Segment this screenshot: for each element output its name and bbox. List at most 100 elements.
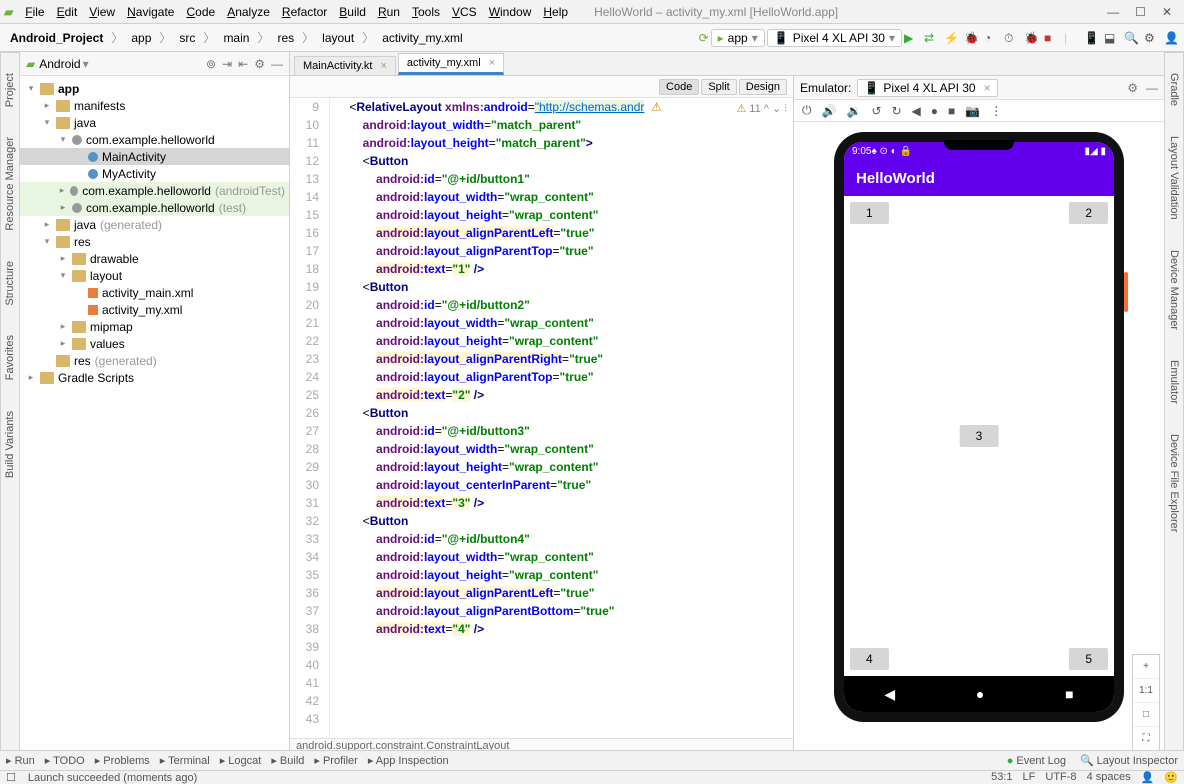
power-icon[interactable]: ⏻	[802, 103, 812, 118]
view-split-button[interactable]: Split	[701, 79, 736, 95]
hide-icon[interactable]: —	[1146, 81, 1158, 95]
close-tab-icon[interactable]: ×	[380, 60, 386, 72]
menu-build[interactable]: Build	[333, 3, 372, 21]
tool-profiler[interactable]: ▸ Profiler	[314, 754, 357, 767]
nav-home-icon[interactable]: ●	[976, 686, 984, 702]
overview-icon[interactable]: ■	[948, 104, 955, 118]
menu-code[interactable]: Code	[180, 3, 221, 21]
menu-run[interactable]: Run	[372, 3, 406, 21]
stop-icon[interactable]: ■	[1044, 31, 1058, 45]
tree-node[interactable]: ▸ com.example.helloworld (androidTest)	[20, 182, 289, 199]
menu-refactor[interactable]: Refactor	[276, 3, 333, 21]
editor-tab[interactable]: activity_my.xml×	[398, 53, 504, 75]
tree-node[interactable]: ▸ java (generated)	[20, 216, 289, 233]
nav-overview-icon[interactable]: ■	[1065, 686, 1073, 702]
caret-pos[interactable]: 53:1	[991, 771, 1012, 784]
volume-down-icon[interactable]: 🔉	[846, 104, 861, 118]
inspection-icon[interactable]: 👤	[1141, 771, 1155, 784]
rotate-left-icon[interactable]: ↺	[871, 104, 881, 118]
device-selector[interactable]: 📱Pixel 4 XL API 30▾	[767, 29, 902, 47]
event-log-button[interactable]: ● Event Log	[1007, 754, 1066, 767]
tool-tab-favorites[interactable]: Favorites	[4, 335, 16, 380]
tool-run[interactable]: ▸ Run	[6, 754, 35, 767]
app-button-2[interactable]: 2	[1069, 202, 1108, 224]
app-button-5[interactable]: 5	[1069, 648, 1108, 670]
close-tab-icon[interactable]: ×	[489, 57, 495, 69]
breadcrumb-item[interactable]: activity_my.xml	[378, 29, 466, 47]
home-icon[interactable]: ●	[931, 104, 938, 118]
zoom-in-button[interactable]: +	[1133, 655, 1159, 679]
zoom-fit-button[interactable]: □	[1133, 703, 1159, 727]
breadcrumb-item[interactable]: src	[175, 29, 199, 47]
attach-icon[interactable]: 🐞	[1024, 31, 1038, 45]
breadcrumb-item[interactable]: layout	[318, 29, 358, 47]
tool-tab-device-manager[interactable]: Device Manager	[1168, 250, 1180, 330]
tree-node[interactable]: activity_main.xml	[20, 284, 289, 301]
tool-app-inspection[interactable]: ▸ App Inspection	[368, 754, 449, 767]
settings-icon[interactable]: ⚙	[1144, 31, 1158, 45]
tree-node[interactable]: ▸ mipmap	[20, 318, 289, 335]
tree-node[interactable]: activity_my.xml	[20, 301, 289, 318]
breadcrumb-item[interactable]: res	[273, 29, 298, 47]
tool-tab-resource-manager[interactable]: Resource Manager	[4, 137, 16, 231]
select-file-icon[interactable]: ⊚	[206, 57, 216, 71]
warning-icon[interactable]: ⚠	[736, 103, 746, 115]
coverage-icon[interactable]: ◔	[984, 31, 998, 45]
tree-node[interactable]: ▸ Gradle Scripts	[20, 369, 289, 386]
memory-icon[interactable]: 🙂	[1164, 771, 1178, 784]
app-button-4[interactable]: 4	[850, 648, 889, 670]
volume-up-icon[interactable]: 🔊	[822, 104, 837, 118]
sync-icon[interactable]: ⟳	[699, 31, 709, 45]
user-icon[interactable]: 👤	[1164, 31, 1178, 45]
tool-problems[interactable]: ▸ Problems	[95, 754, 150, 767]
app-button-1[interactable]: 1	[850, 202, 889, 224]
close-icon[interactable]: ✕	[1162, 5, 1172, 19]
gear-icon[interactable]: ⚙	[1127, 81, 1138, 95]
more-icon[interactable]: ⋮	[990, 104, 1002, 118]
tree-node[interactable]: ▾ com.example.helloworld	[20, 131, 289, 148]
project-view-selector[interactable]: Android	[39, 57, 80, 71]
menu-vcs[interactable]: VCS	[446, 3, 483, 21]
tool-todo[interactable]: ▸ TODO	[45, 754, 85, 767]
tool-terminal[interactable]: ▸ Terminal	[160, 754, 210, 767]
apply-changes-icon[interactable]: ⇄	[924, 31, 938, 45]
minimize-icon[interactable]: —	[1107, 5, 1119, 19]
tree-node[interactable]: res (generated)	[20, 352, 289, 369]
tool-tab-device-file-explorer[interactable]: Device File Explorer	[1168, 434, 1180, 532]
tree-node[interactable]: MainActivity	[20, 148, 289, 165]
tool-tab-project[interactable]: Project	[4, 73, 16, 107]
debug-icon[interactable]: 🐞	[964, 31, 978, 45]
menu-analyze[interactable]: Analyze	[221, 3, 276, 21]
tree-node[interactable]: ▸ com.example.helloworld (test)	[20, 199, 289, 216]
encoding[interactable]: UTF-8	[1045, 771, 1076, 784]
menu-file[interactable]: File	[19, 3, 50, 21]
breadcrumb-item[interactable]: Android_Project	[6, 29, 107, 47]
tree-node[interactable]: ▸ manifests	[20, 97, 289, 114]
screenshot-icon[interactable]: 📷	[965, 104, 980, 118]
hide-icon[interactable]: —	[271, 57, 283, 71]
collapse-icon[interactable]: ⇤	[238, 57, 248, 71]
menu-view[interactable]: View	[83, 3, 121, 21]
tool-build[interactable]: ▸ Build	[271, 754, 304, 767]
app-button-3[interactable]: 3	[960, 425, 999, 447]
gear-icon[interactable]: ⚙	[254, 57, 265, 71]
breadcrumb-item[interactable]: app	[127, 29, 155, 47]
device-screen[interactable]: 9:05 ♠ ⊙ ◐ 🔒 ▮◢ ▮ HelloWorld 1 2 3 4 5 ◀	[844, 142, 1114, 712]
maximize-icon[interactable]: ☐	[1135, 5, 1146, 19]
emulator-device-tab[interactable]: 📱Pixel 4 XL API 30×	[857, 79, 997, 97]
run-config-selector[interactable]: ▸app▾	[711, 29, 765, 47]
layout-inspector-button[interactable]: 🔍 Layout Inspector	[1080, 754, 1178, 767]
back-icon[interactable]: ◀	[912, 104, 921, 118]
line-sep[interactable]: LF	[1023, 771, 1036, 784]
menu-edit[interactable]: Edit	[51, 3, 84, 21]
view-code-button[interactable]: Code	[659, 79, 699, 95]
tool-logcat[interactable]: ▸ Logcat	[220, 754, 262, 767]
search-icon[interactable]: 🔍	[1124, 31, 1138, 45]
expand-icon[interactable]: ⇥	[222, 57, 232, 71]
run-icon[interactable]: ▶	[904, 31, 918, 45]
view-design-button[interactable]: Design	[739, 79, 787, 95]
nav-back-icon[interactable]: ◀	[884, 686, 895, 703]
tree-node[interactable]: ▸ values	[20, 335, 289, 352]
rotate-right-icon[interactable]: ↻	[891, 104, 901, 118]
tree-node[interactable]: ▾ java	[20, 114, 289, 131]
